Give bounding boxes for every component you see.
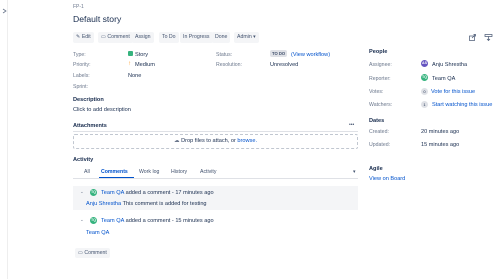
comment-mention-link[interactable]: Team QA — [86, 230, 109, 236]
collapse-chevron-icon[interactable]: ⌄ — [80, 189, 84, 195]
in-progress-button[interactable]: In Progress — [180, 32, 213, 43]
edit-label: Edit — [81, 34, 91, 40]
comment-button[interactable]: ▭ Comment — [98, 32, 133, 43]
avatar: TQ — [90, 189, 97, 196]
status-label: Status: — [216, 52, 233, 58]
comment-header: Team QA added a comment - 15 minutes ago — [101, 218, 214, 224]
sprint-label: Sprint: — [73, 84, 88, 90]
attachment-dropzone[interactable]: ☁ Drop files to attach, or browse. — [73, 134, 358, 149]
resolution-label: Resolution: — [216, 62, 242, 68]
add-comment-button[interactable]: ▭ Comment — [75, 248, 110, 258]
labels-value: None — [128, 73, 142, 79]
export-icon[interactable] — [484, 33, 493, 42]
browse-link[interactable]: browse. — [237, 138, 257, 144]
type-label: Type: — [73, 52, 86, 58]
attachments-more-button[interactable]: ••• — [349, 122, 354, 128]
view-workflow-link[interactable]: (View workflow) — [291, 52, 330, 58]
tabs-divider — [73, 178, 358, 179]
votes-count-badge: 0 — [421, 88, 428, 95]
tab-work-log[interactable]: Work log — [139, 169, 159, 175]
breadcrumb[interactable]: FP-1 — [73, 4, 84, 10]
priority-label: Priority: — [73, 62, 91, 68]
watch-link[interactable]: Start watching this issue — [432, 102, 492, 108]
comment-mention-link[interactable]: Anju Shrestha — [86, 201, 121, 207]
comment-icon: ▭ — [101, 34, 106, 40]
updated-value: 15 minutes ago — [421, 142, 460, 148]
comment-body: Anju Shrestha This comment is added for … — [86, 201, 207, 207]
vote-link[interactable]: Vote for this issue — [431, 89, 475, 95]
status-badge: TO DO — [270, 50, 288, 57]
agile-heading: Agile — [369, 166, 383, 172]
resolution-value: Unresolved — [270, 62, 299, 68]
left-rail — [0, 0, 8, 279]
activity-heading: Activity — [73, 157, 94, 163]
todo-button[interactable]: To Do — [159, 32, 179, 43]
created-label: Created: — [369, 129, 389, 135]
assignee-value[interactable]: Anju Shrestha — [432, 62, 467, 68]
share-icon[interactable] — [468, 33, 477, 42]
votes-label: Votes: — [369, 89, 384, 95]
priority-medium-icon: ↑ — [128, 61, 131, 67]
sidebar-toggle-icon[interactable] — [2, 8, 7, 14]
pencil-icon: ✎ — [76, 34, 81, 40]
created-value: 20 minutes ago — [421, 129, 460, 135]
avatar: TQ — [90, 217, 97, 224]
tab-all[interactable]: All — [84, 169, 90, 175]
reporter-label: Reporter: — [369, 76, 391, 82]
collapse-chevron-icon[interactable]: ⌄ — [80, 217, 84, 223]
chevron-down-icon: ▾ — [253, 34, 256, 40]
comment-author-link[interactable]: Team QA — [101, 218, 124, 224]
comment-meta: added a comment - 15 minutes ago — [125, 218, 214, 224]
updated-label: Updated: — [369, 142, 391, 148]
comment-label: Comment — [107, 34, 130, 40]
done-button[interactable]: Done — [212, 32, 231, 43]
assignee-label: Assignee: — [369, 62, 392, 68]
priority-value: Medium — [135, 62, 155, 68]
tab-comments[interactable]: Comments — [101, 169, 128, 175]
reporter-value[interactable]: Team QA — [432, 76, 455, 82]
watchers-count-badge: 1 — [421, 101, 428, 108]
attachments-divider — [73, 131, 358, 132]
edit-button[interactable]: ✎ Edit — [73, 32, 94, 43]
cloud-upload-icon: ☁ — [173, 138, 180, 144]
status-value: TO DO — [270, 50, 288, 57]
view-on-board-link[interactable]: View on Board — [369, 176, 405, 182]
description-field[interactable]: Click to add description — [73, 107, 131, 113]
avatar: AS — [421, 60, 428, 67]
avatar: TQ — [421, 74, 428, 81]
story-icon — [128, 51, 133, 56]
type-value: Story — [135, 52, 149, 58]
comment-header: Team QA added a comment - 17 minutes ago — [101, 190, 214, 196]
dates-heading: Dates — [369, 118, 385, 124]
tab-activity[interactable]: Activity — [200, 169, 216, 175]
comment-meta: added a comment - 17 minutes ago — [125, 190, 214, 196]
labels-label: Labels: — [73, 73, 90, 79]
sort-chevron-icon[interactable]: ▾ — [353, 169, 356, 175]
tab-history[interactable]: History — [171, 169, 187, 175]
comment-icon: ▭ — [78, 250, 83, 256]
assign-button[interactable]: Assign — [132, 32, 154, 43]
comment-text: This comment is added for testing — [122, 201, 207, 207]
add-comment-label: Comment — [84, 250, 107, 256]
comment-author-link[interactable]: Team QA — [101, 190, 124, 196]
admin-label: Admin — [237, 34, 252, 40]
attachments-heading: Attachments — [73, 123, 107, 129]
watchers-label: Watchers: — [369, 102, 393, 108]
admin-dropdown[interactable]: Admin ▾ — [234, 32, 259, 43]
description-heading: Description — [73, 97, 104, 103]
people-heading: People — [369, 49, 388, 55]
page-title: Default story — [73, 14, 122, 24]
drop-text: Drop files to attach, or — [181, 138, 236, 144]
